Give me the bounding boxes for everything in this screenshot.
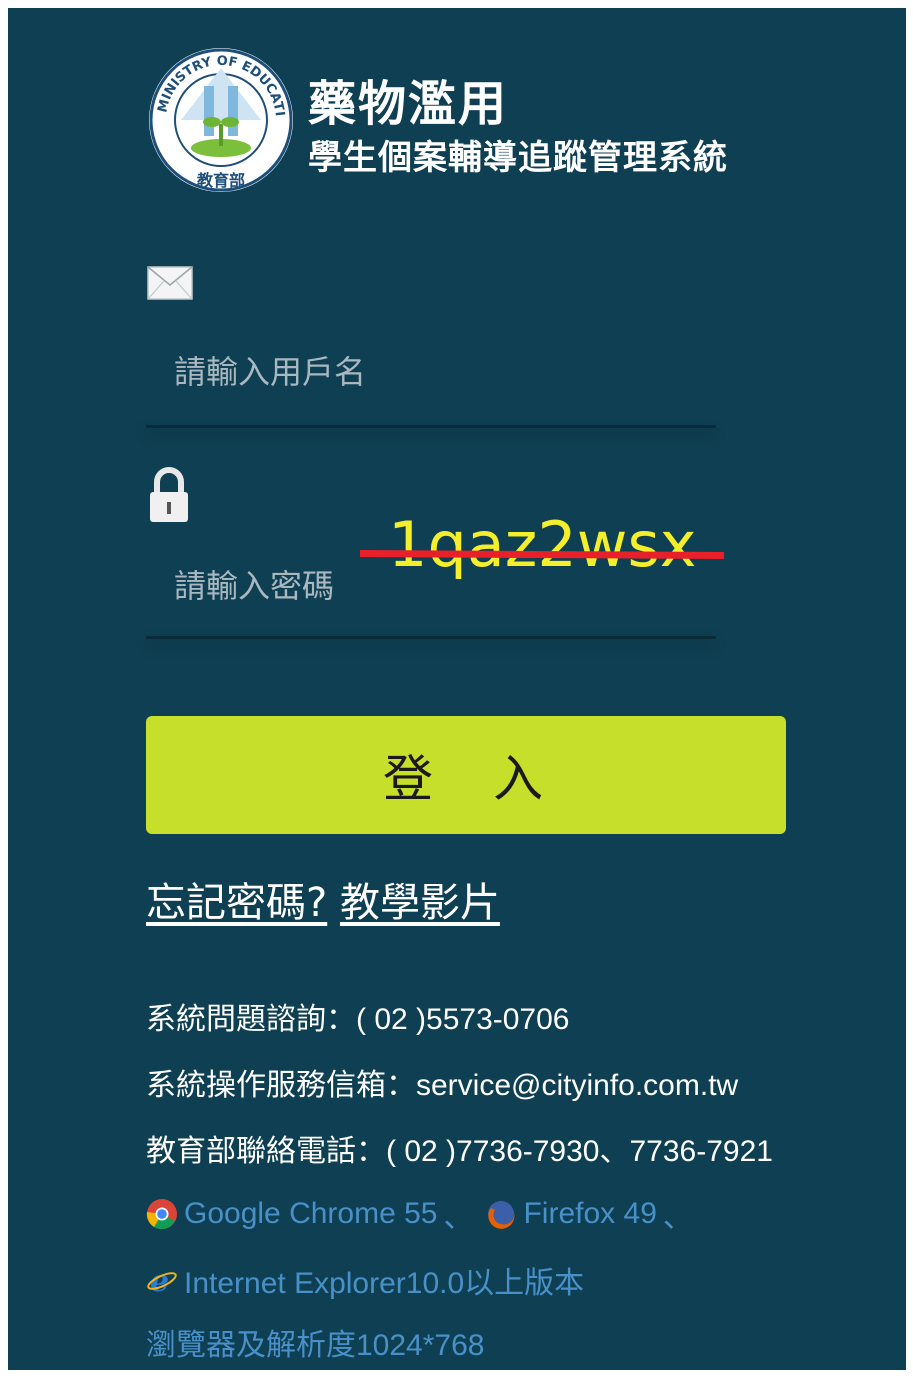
login-panel: MINISTRY OF EDUCATION 教育部 藥物濫用 學生個案輔導追蹤管… [8,8,906,1370]
username-input[interactable] [146,342,714,402]
hotline-text: 系統問題諮詢：( 02 )5573-0706 [146,1003,570,1036]
separator: 、 [443,1201,474,1234]
chrome-icon [146,1199,177,1230]
resolution-text: 瀏覽器及解析度1024*768 [146,1329,485,1362]
browser-support-line: Google Chrome 55 、 Firefox 49 、 [146,1192,705,1236]
help-links: 忘記密碼? 教學影片 [146,870,500,928]
password-annotation: 1qaz2wsx [388,508,697,581]
username-underline [146,425,716,428]
password-underline [146,636,716,639]
moe-phone-text: 教育部聯絡電話：( 02 )7736-7930、7736-7921 [146,1135,773,1168]
service-email-text: 系統操作服務信箱：service@cityinfo.com.tw [146,1069,739,1102]
lock-icon [150,467,188,522]
separator: 、 [662,1201,693,1234]
forgot-password-link[interactable]: 忘記密碼? [146,880,327,926]
ie-support-line: e Internet Explorer10.0以上版本 [146,1258,584,1302]
envelope-icon [147,266,193,300]
ministry-of-education-logo: MINISTRY OF EDUCATION 教育部 [146,28,293,192]
login-button[interactable]: 登 入 [146,716,786,834]
chrome-label: Google Chrome 55 [184,1197,438,1230]
svg-text:教育部: 教育部 [197,171,245,190]
firefox-icon [488,1201,515,1229]
app-title: 藥物濫用 [308,76,509,132]
app-subtitle: 學生個案輔導追蹤管理系統 [308,138,728,178]
tutorial-video-link[interactable]: 教學影片 [340,880,500,926]
internet-explorer-icon: e [147,1264,177,1296]
firefox-label: Firefox 49 [523,1197,657,1230]
ie-label: Internet Explorer10.0以上版本 [184,1267,585,1300]
